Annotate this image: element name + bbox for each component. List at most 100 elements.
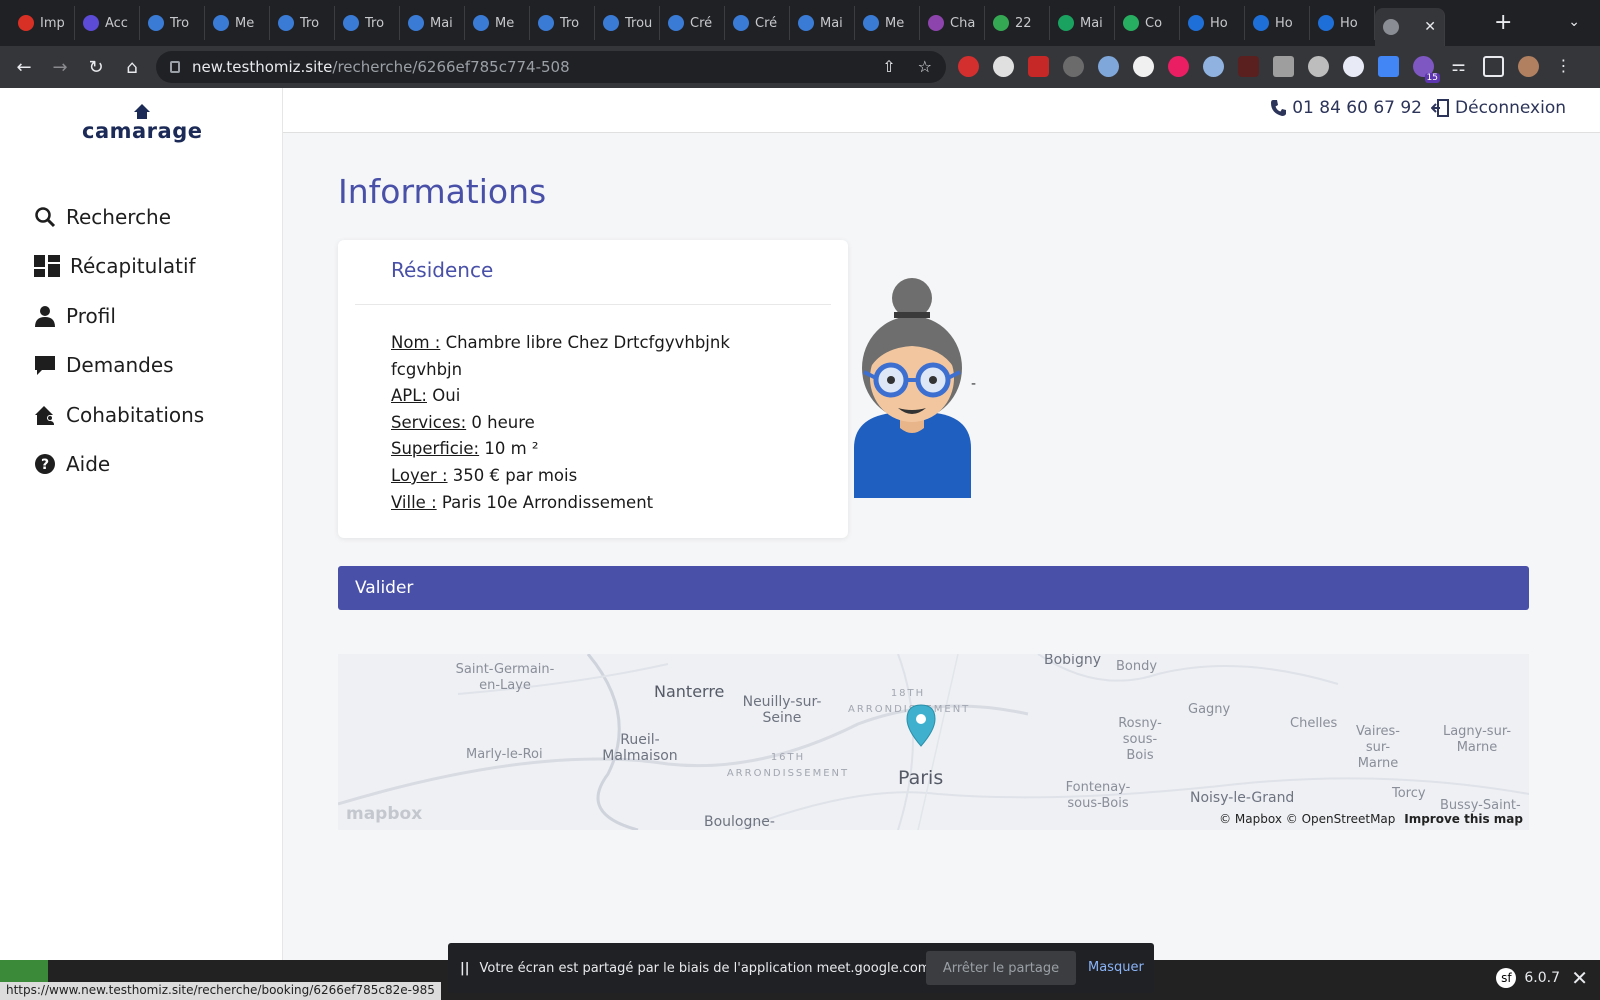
browser-tab[interactable]: Cré — [725, 6, 790, 40]
sidebar-item-recherche[interactable]: Recherche — [34, 192, 204, 242]
map-label: Saint-Germain-en-Laye — [455, 662, 555, 693]
residence-card: Résidence Nom : Chambre libre Chez Drtcf… — [338, 240, 848, 538]
reload-icon[interactable]: ↻ — [78, 57, 114, 78]
hide-banner-button[interactable]: Masquer — [1088, 960, 1144, 975]
stop-sharing-button[interactable]: Arrêter le partage — [926, 951, 1076, 985]
browser-tab[interactable]: Trou — [595, 6, 660, 40]
home-icon[interactable]: ⌂ — [114, 57, 150, 78]
sidebar-item-aide[interactable]: ? Aide — [34, 440, 204, 490]
browser-tab[interactable]: Mai — [400, 6, 465, 40]
browser-tab[interactable]: Tro — [530, 6, 595, 40]
close-toolbar-icon[interactable]: ✕ — [1571, 966, 1588, 990]
map-label: Boulogne- — [704, 814, 775, 830]
sidebar-item-profil[interactable]: Profil — [34, 291, 204, 341]
browser-tab[interactable]: Tro — [335, 6, 400, 40]
extension-adblock-icon[interactable] — [958, 56, 979, 77]
sidebar-item-cohabitations[interactable]: Cohabitations — [34, 390, 204, 440]
browser-tab[interactable]: Ho — [1245, 6, 1310, 40]
map-label: Paris — [898, 767, 944, 789]
phone-link[interactable]: 01 84 60 67 92 — [1270, 98, 1422, 118]
sidebar-item-label: Récapitulatif — [70, 254, 196, 279]
logout-icon — [1431, 99, 1450, 117]
sidebar-item-demandes[interactable]: Demandes — [34, 341, 204, 391]
browser-tab[interactable]: Ho — [1180, 6, 1245, 40]
browser-tab-active[interactable]: ✕ — [1375, 8, 1445, 46]
extension-play-icon[interactable] — [1168, 56, 1189, 77]
browser-tab[interactable]: Me — [205, 6, 270, 40]
map-label: Bobigny — [1044, 654, 1101, 668]
extension-gear-icon[interactable] — [1308, 56, 1329, 77]
browser-tab[interactable]: Mai — [790, 6, 855, 40]
profile-avatar-icon[interactable] — [1518, 56, 1539, 77]
extension-pin-icon[interactable] — [1063, 56, 1084, 77]
extension-white-icon[interactable] — [1133, 56, 1154, 77]
browser-tab[interactable]: Mai — [1050, 6, 1115, 40]
brand-name: camarage — [82, 119, 203, 143]
attribution-text[interactable]: © Mapbox © OpenStreetMap — [1219, 812, 1395, 826]
new-tab-button[interactable]: + — [1494, 10, 1512, 35]
extension-ring-icon[interactable] — [1203, 56, 1224, 77]
location-map[interactable]: Saint-Germain-en-Laye Nanterre Neuilly-s… — [338, 654, 1529, 830]
bookmark-star-icon[interactable]: ☆ — [918, 57, 932, 76]
tab-title: Me — [235, 15, 255, 31]
extension-shield-icon[interactable] — [1343, 56, 1364, 77]
improve-map-link[interactable]: Improve this map — [1404, 812, 1523, 826]
extension-dark-icon[interactable] — [1238, 56, 1259, 77]
sidebar-item-recapitulatif[interactable]: Récapitulatif — [34, 242, 204, 292]
brand-logo[interactable]: camarage — [82, 104, 202, 143]
share-icon[interactable]: ⇧ — [882, 57, 895, 76]
tab-search-icon[interactable]: ⌄ — [1568, 14, 1580, 30]
mapbox-logo[interactable]: mapbox — [346, 804, 422, 824]
map-label: Chelles — [1290, 716, 1338, 731]
extension-red-icon[interactable] — [1028, 56, 1049, 77]
page-title: Informations — [338, 172, 547, 211]
c-icon — [538, 15, 554, 31]
browser-tab[interactable]: Tro — [140, 6, 205, 40]
extension-translate-icon[interactable] — [1378, 56, 1399, 77]
sidebar-item-label: Cohabitations — [66, 402, 205, 427]
map-label: Noisy-le-Grand — [1190, 790, 1295, 806]
extension-circle-icon[interactable] — [1098, 56, 1119, 77]
side-panel-icon[interactable] — [1483, 56, 1504, 77]
back-icon[interactable]: ← — [6, 57, 42, 78]
browser-tab[interactable]: 22 — [985, 6, 1050, 40]
address-bar[interactable]: new.testhomiz.site/recherche/6266ef785c7… — [156, 51, 946, 83]
more-menu-icon[interactable]: ⋮ — [1553, 56, 1574, 77]
close-tab-icon[interactable]: ✕ — [1424, 19, 1436, 35]
chat-icon — [34, 354, 56, 376]
map-label: Gagny — [1188, 702, 1231, 717]
map-label: Neuilly-sur-Seine — [742, 694, 822, 726]
puzzle-icon[interactable]: ⚎ — [1448, 56, 1469, 77]
browser-tab[interactable]: Cha — [920, 6, 985, 40]
logout-button[interactable]: Déconnexion — [1431, 98, 1566, 118]
extension-badge-count: 15 — [1424, 73, 1440, 83]
tab-title: Cré — [690, 15, 713, 31]
location-pin-icon[interactable] — [906, 704, 936, 748]
url-path: /recherche/6266ef785c774-508 — [332, 58, 570, 76]
browser-tab[interactable]: Me — [465, 6, 530, 40]
map-label: Nanterre — [654, 682, 725, 701]
home-users-icon — [34, 404, 56, 426]
browser-tab[interactable]: Acc — [75, 6, 140, 40]
validate-button[interactable]: Valider — [338, 566, 1529, 610]
map-label: Rosny-sous-Bois — [1118, 716, 1162, 763]
tab-title: Tro — [560, 15, 580, 31]
map-label: Lagny-sur-Marne — [1442, 724, 1512, 755]
extensions-row: 15 ⚎ ⋮ — [958, 56, 1574, 83]
sidebar-item-label: Recherche — [66, 204, 172, 229]
extension-badge-icon[interactable]: 15 — [1413, 56, 1440, 83]
forward-icon[interactable]: → — [42, 57, 78, 78]
browser-tab[interactable]: Ho — [1310, 6, 1375, 40]
extension-avatar-icon[interactable] — [993, 56, 1014, 77]
browser-tab[interactable]: Co — [1115, 6, 1180, 40]
browser-tab[interactable]: Me — [855, 6, 920, 40]
phone-number: 01 84 60 67 92 — [1292, 98, 1422, 118]
tab-title: Ho — [1210, 15, 1228, 31]
extension-v-icon[interactable] — [1273, 56, 1294, 77]
browser-tab[interactable]: Tro — [270, 6, 335, 40]
user-icon — [34, 305, 56, 327]
symfony-version[interactable]: sf 6.0.7 — [1496, 968, 1560, 988]
c-icon — [668, 15, 684, 31]
browser-tab[interactable]: Cré — [660, 6, 725, 40]
browser-tab[interactable]: Imp — [10, 6, 75, 40]
